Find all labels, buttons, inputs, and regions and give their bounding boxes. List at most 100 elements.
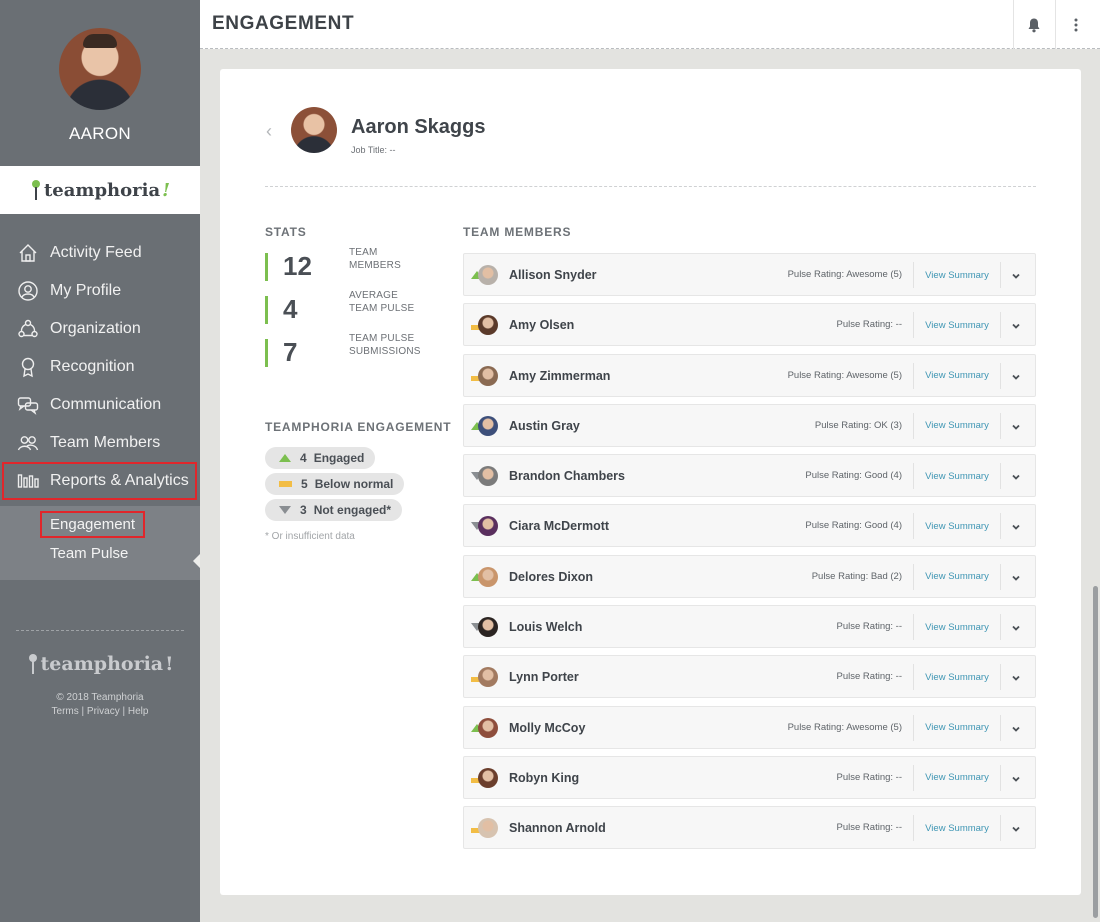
member-name[interactable]: Allison Snyder [509,268,597,282]
nav-item-activity-feed[interactable]: Activity Feed [0,234,200,272]
not-engaged-pill[interactable]: 3 Not engaged* [265,499,403,521]
pulse-rating: Pulse Rating: -- [836,319,902,331]
chevron-down-icon[interactable] [1011,469,1021,480]
team-member-row[interactable]: Brandon Chambers Pulse Rating: Good (4) Vi… [463,454,1036,498]
nav-item-organization[interactable]: Organization [0,310,200,348]
member-name[interactable]: Austin Gray [509,419,580,433]
team-member-row[interactable]: Allison Snyder Pulse Rating: Awesome (5) V… [463,253,1036,296]
member-name[interactable]: Amy Zimmerman [509,369,610,383]
view-summary-link[interactable]: View Summary [913,312,1001,339]
chevron-down-icon[interactable] [1011,369,1021,380]
pulse-rating: Pulse Rating: Awesome (5) [787,721,902,733]
team-member-row[interactable]: Austin Gray Pulse Rating: OK (3) View Summ… [463,403,1036,447]
view-summary-link[interactable]: View Summary [913,412,1001,439]
chevron-down-icon[interactable] [1011,519,1021,531]
home-icon [17,242,39,264]
help-link[interactable]: Help [128,706,149,717]
view-summary-link[interactable]: View Summary [913,463,1001,490]
below-normal-pill[interactable]: 5 Below normal [265,473,405,495]
member-name[interactable]: Lynn Porter [509,670,579,684]
chevron-down-icon[interactable] [1011,318,1021,330]
logo-text: teamphoria [43,179,161,201]
back-chevron-icon[interactable]: ‹ [266,121,272,142]
team-member-row[interactable]: Ciara McDermott Pulse Rating: Good (4) Vie… [463,504,1036,548]
logo-sprout-icon [27,654,39,674]
team-member-row[interactable]: Amy Olsen Pulse Rating: -- View Summary [463,303,1036,347]
sidebar-footer: teamphoria! © 2018 Teamphoria Terms | Pr… [16,630,184,719]
user-avatar[interactable] [59,28,141,110]
engaged-up-arrow-icon [279,454,291,462]
member-avatar [478,566,498,587]
bell-icon [1028,18,1039,32]
view-summary-link[interactable]: View Summary [913,764,1001,791]
footer-logo: teamphoria! [16,653,184,675]
chevron-down-icon[interactable] [1011,771,1021,782]
view-summary-link[interactable]: View Summary [913,664,1001,691]
view-summary-link[interactable]: View Summary [913,563,1001,590]
view-summary-link[interactable]: View Summary [913,513,1001,540]
link-separator: | [119,706,128,717]
pill-count: 3 [300,503,307,517]
team-member-row[interactable]: Amy Zimmerman Pulse Rating: Awesome (5) Vi… [463,353,1036,397]
engaged-pill[interactable]: 4 Engaged [265,447,376,469]
pulse-rating: Pulse Rating: Awesome (5) [787,369,902,381]
stat-label-line: TEAM [349,247,378,258]
chevron-down-icon[interactable] [1011,670,1021,682]
view-summary-link[interactable]: View Summary [913,362,1001,389]
member-avatar [478,717,498,738]
sidebar-profile: AARON [0,0,200,166]
member-name[interactable]: Robyn King [509,771,579,785]
member-name[interactable]: Delores Dixon [509,570,593,584]
award-ribbon-icon [17,356,39,378]
member-name[interactable]: Molly McCoy [509,721,585,735]
nav-item-reports-analytics[interactable]: Reports & Analytics [2,462,197,500]
member-name[interactable]: Shannon Arnold [509,821,606,835]
page-scrollbar[interactable] [1093,586,1098,918]
stat-value: 4 [283,294,298,324]
nav-item-recognition[interactable]: Recognition [0,348,200,386]
subnav-item-team-pulse[interactable]: Team Pulse [0,541,200,570]
stat-label-line: AVERAGE [349,290,399,301]
chevron-down-icon[interactable] [1011,620,1021,631]
team-members-list: Allison Snyder Pulse Rating: Awesome (5) V… [463,253,1036,857]
pill-count: 5 [301,477,308,491]
member-avatar [478,767,498,788]
privacy-link[interactable]: Privacy [87,706,120,717]
more-menu-button[interactable] [1055,0,1095,49]
chevron-down-icon[interactable] [1011,268,1021,279]
member-name[interactable]: Brandon Chambers [509,469,625,483]
chevron-down-icon[interactable] [1011,419,1021,430]
notifications-button[interactable] [1013,0,1053,49]
logo-band: teamphoria! [0,166,200,214]
member-name[interactable]: Louis Welch [509,620,582,634]
logo-bang: ! [162,179,171,201]
member-name[interactable]: Ciara McDermott [509,519,609,533]
team-member-row[interactable]: Delores Dixon Pulse Rating: Bad (2) View S… [463,554,1036,598]
footer-logo-bang: ! [165,653,174,675]
team-member-row[interactable]: Louis Welch Pulse Rating: -- View Summary [463,605,1036,649]
user-name[interactable]: AARON [0,124,200,144]
chevron-down-icon[interactable] [1011,721,1021,732]
copyright-text: © 2018 Teamphoria [56,692,144,703]
team-member-row[interactable]: Shannon Arnold Pulse Rating: -- View Summa… [463,806,1036,850]
view-summary-link[interactable]: View Summary [913,714,1001,741]
team-member-row[interactable]: Robyn King Pulse Rating: -- View Summary [463,755,1036,799]
subnav-item-engagement[interactable]: Engagement [0,511,200,541]
member-avatar [478,667,498,688]
terms-link[interactable]: Terms [52,706,79,717]
team-member-row[interactable]: Molly McCoy Pulse Rating: Awesome (5) View… [463,705,1036,749]
chevron-down-icon[interactable] [1011,570,1021,581]
view-summary-link[interactable]: View Summary [913,262,1001,288]
teamphoria-logo[interactable]: teamphoria! [30,180,170,201]
user-circle-icon [17,280,39,302]
nav-item-team-members[interactable]: Team Members [0,424,200,462]
member-name[interactable]: Amy Olsen [509,318,574,332]
team-member-row[interactable]: Lynn Porter Pulse Rating: -- View Summary [463,655,1036,699]
nav-item-my-profile[interactable]: My Profile [0,272,200,310]
chevron-down-icon[interactable] [1011,821,1021,833]
person-name: Aaron Skaggs [351,116,486,138]
view-summary-link[interactable]: View Summary [913,815,1001,842]
view-summary-link[interactable]: View Summary [913,614,1001,641]
nav-item-communication[interactable]: Communication [0,386,200,424]
member-avatar [478,415,498,436]
